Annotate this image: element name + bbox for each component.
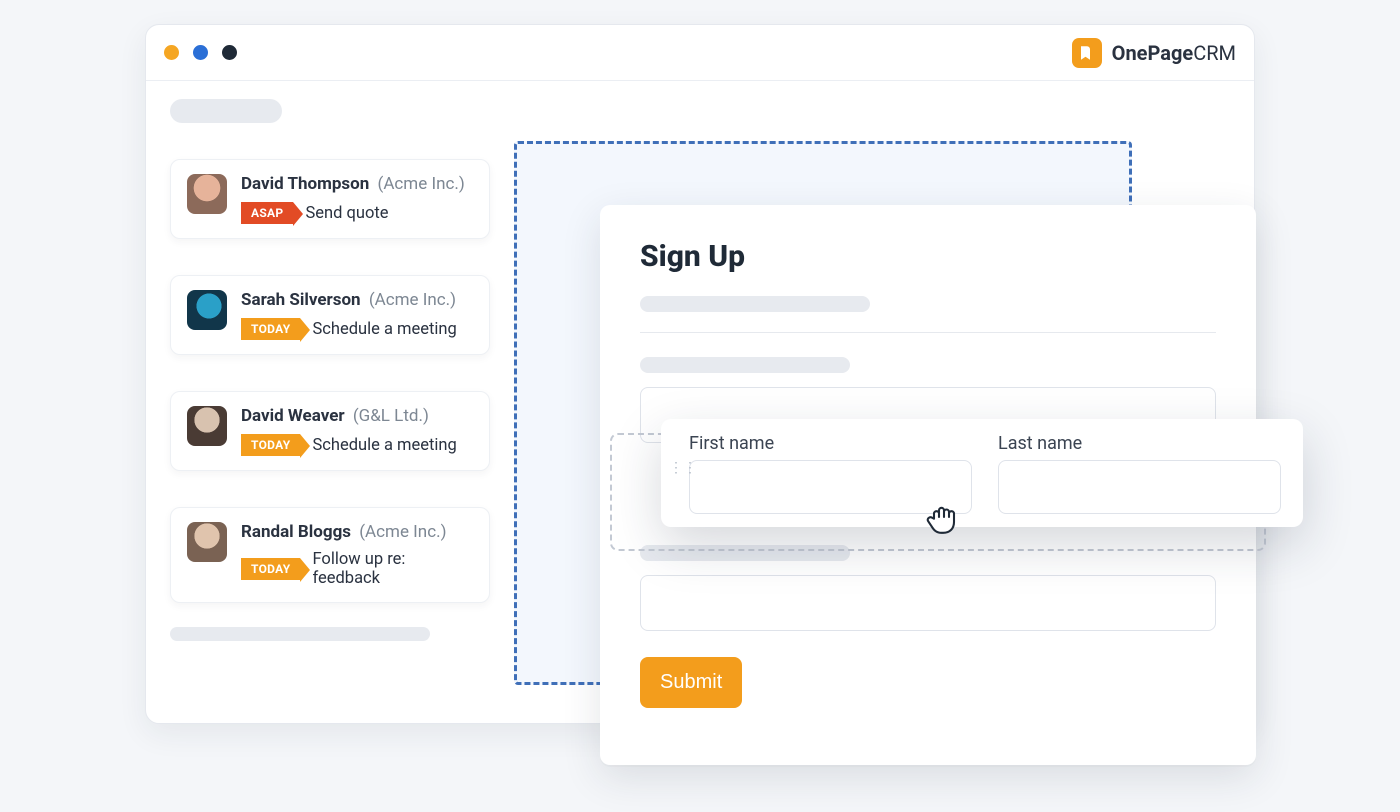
contact-card[interactable]: David Weaver (G&L Ltd.) TODAY Schedule a… bbox=[170, 391, 490, 471]
window-controls bbox=[164, 45, 237, 60]
contact-name: David Weaver bbox=[241, 406, 345, 426]
contact-body: Randal Bloggs (Acme Inc.) TODAY Follow u… bbox=[241, 522, 473, 588]
priority-flag: ASAP bbox=[241, 202, 293, 224]
brand-name-bold: OnePage bbox=[1112, 41, 1194, 65]
brand-text: OnePageCRM bbox=[1112, 41, 1236, 65]
signup-input-2[interactable] bbox=[640, 575, 1216, 631]
contact-body: Sarah Silverson (Acme Inc.) TODAY Schedu… bbox=[241, 290, 473, 340]
signup-skeleton-2 bbox=[640, 357, 850, 373]
signup-skeleton-1 bbox=[640, 296, 870, 312]
contact-body: David Weaver (G&L Ltd.) TODAY Schedule a… bbox=[241, 406, 473, 456]
brand-badge-icon bbox=[1072, 38, 1102, 68]
contact-card[interactable]: Randal Bloggs (Acme Inc.) TODAY Follow u… bbox=[170, 507, 490, 603]
contact-task: Send quote bbox=[305, 204, 388, 223]
contact-company: (Acme Inc.) bbox=[378, 174, 465, 194]
drag-handle-icon[interactable]: ⋮⋮ bbox=[669, 461, 697, 475]
window-dot-blue[interactable] bbox=[193, 45, 208, 60]
avatar bbox=[187, 406, 227, 446]
contact-task: Schedule a meeting bbox=[312, 436, 456, 455]
sidebar-skeleton-bottom bbox=[170, 627, 430, 641]
contact-card[interactable]: Sarah Silverson (Acme Inc.) TODAY Schedu… bbox=[170, 275, 490, 355]
first-name-input[interactable] bbox=[689, 460, 972, 514]
app-window: OnePageCRM David Thompson (Acme Inc.) AS… bbox=[145, 24, 1255, 724]
contact-name: Randal Bloggs bbox=[241, 522, 351, 542]
priority-flag: TODAY bbox=[241, 318, 300, 340]
signup-title: Sign Up bbox=[640, 239, 1216, 274]
brand-logo: OnePageCRM bbox=[1072, 38, 1236, 68]
last-name-input[interactable] bbox=[998, 460, 1281, 514]
contact-name: David Thompson bbox=[241, 174, 369, 194]
first-name-label: First name bbox=[689, 433, 972, 454]
last-name-label: Last name bbox=[998, 433, 1281, 454]
contact-task: Follow up re: feedback bbox=[312, 550, 473, 588]
sidebar-skeleton-top bbox=[170, 99, 282, 123]
contact-company: (Acme Inc.) bbox=[369, 290, 456, 310]
signup-divider bbox=[640, 332, 1216, 333]
contact-task: Schedule a meeting bbox=[312, 320, 456, 339]
contact-body: David Thompson (Acme Inc.) ASAP Send quo… bbox=[241, 174, 473, 224]
contact-company: (G&L Ltd.) bbox=[353, 406, 429, 426]
avatar bbox=[187, 522, 227, 562]
avatar bbox=[187, 290, 227, 330]
main-area: David Thompson (Acme Inc.) ASAP Send quo… bbox=[146, 81, 1254, 723]
contact-name: Sarah Silverson bbox=[241, 290, 361, 310]
priority-flag: TODAY bbox=[241, 558, 300, 580]
contact-card[interactable]: David Thompson (Acme Inc.) ASAP Send quo… bbox=[170, 159, 490, 239]
contacts-sidebar: David Thompson (Acme Inc.) ASAP Send quo… bbox=[170, 99, 490, 641]
contact-company: (Acme Inc.) bbox=[359, 522, 446, 542]
window-dot-orange[interactable] bbox=[164, 45, 179, 60]
priority-flag: TODAY bbox=[241, 434, 300, 456]
window-dot-dark[interactable] bbox=[222, 45, 237, 60]
title-bar: OnePageCRM bbox=[146, 25, 1254, 81]
avatar bbox=[187, 174, 227, 214]
submit-button[interactable]: Submit bbox=[640, 657, 742, 708]
brand-name-light: CRM bbox=[1193, 41, 1236, 65]
drag-preview-card[interactable]: ⋮⋮ First name Last name bbox=[661, 419, 1303, 527]
